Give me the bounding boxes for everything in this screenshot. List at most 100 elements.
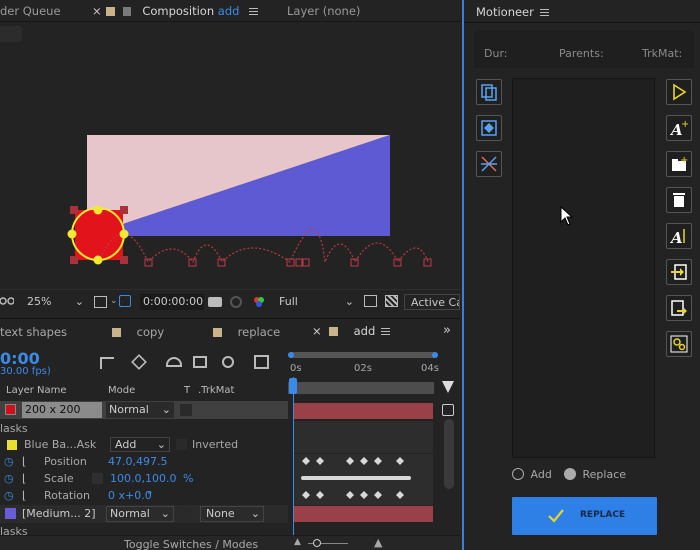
layer-name[interactable]: [Medium... 2] [22,507,96,520]
motion-blur-icon[interactable] [222,356,234,368]
layer-duration-bar[interactable] [293,506,433,522]
add-text-button[interactable]: A + [666,115,692,141]
tab-composition-close[interactable]: × [92,4,102,18]
stopwatch-icon[interactable]: ◷ [4,472,14,485]
mode-dropdown[interactable]: Normal ⌄ [106,402,174,418]
mask-mode-dropdown[interactable]: Add ⌄ [110,437,170,452]
rotation-row[interactable]: ◷ ⌊ Rotation 0 x+0.0 ° [0,488,288,505]
glasses-icon[interactable] [0,296,15,307]
mask-visibility-icon[interactable] [119,295,131,307]
color-channels-icon[interactable] [253,296,265,308]
comp-tab-replace[interactable]: replace [213,325,280,339]
chevron-down-icon[interactable]: ⌄ [110,296,118,306]
layer-row[interactable]: 200 x 200 Normal ⌄ [0,402,288,419]
comp-dropdown[interactable] [0,26,22,42]
current-time-field[interactable]: 0:00:00:00 [140,294,204,310]
zoom-dropdown[interactable]: 25% ⌄ [24,294,88,310]
work-area-bar[interactable] [288,352,438,358]
viewer-toolbar: 25% ⌄ ⌄ 0:00:00:00 Full ⌄ Active Ca [0,289,460,313]
link-icon[interactable] [230,296,242,308]
radio-replace-label: Replace [582,468,627,481]
shy-icon[interactable] [166,357,182,367]
active-camera-label: Active Ca [411,296,460,309]
time-navigator[interactable] [288,382,434,394]
play-button[interactable] [666,79,692,105]
tab-composition[interactable]: Composition add [106,4,259,18]
work-area-end[interactable] [432,352,438,358]
resolution-dropdown[interactable]: Full ⌄ [276,294,358,310]
comp-tab-text-shapes[interactable]: text shapes [0,325,67,339]
toggle-switches-modes[interactable]: Toggle Switches / Modes [124,538,258,550]
masks-group-row[interactable]: lasks [0,421,288,438]
radio-add-circle[interactable] [512,468,524,480]
tab-render-queue[interactable]: der Queue [0,4,61,18]
menu-icon[interactable] [249,8,259,15]
radio-replace[interactable]: Replace [564,468,626,481]
mask-row[interactable]: Blue Ba...Ask Add ⌄ Inverted [0,437,288,454]
replace-button[interactable]: REPLACE [512,497,657,535]
mask-color-swatch[interactable] [7,440,17,450]
vertical-scrollbar[interactable] [444,419,454,489]
masks-label: lasks [0,422,28,435]
composition-viewer[interactable] [0,48,460,288]
stopwatch-icon[interactable]: ◷ [4,455,14,468]
flowchart-icon[interactable] [100,357,114,369]
scale-row[interactable]: ◷ ⌊ Scale 100.0,100.0 % [0,471,288,488]
position-value[interactable]: 47.0,497.5 [108,455,167,468]
import-button[interactable] [666,259,692,285]
constrain-proportions-icon[interactable] [92,473,103,484]
trash-button[interactable] [666,187,692,213]
more-panels-icon[interactable]: » [443,323,451,338]
preserve-transparency-toggle[interactable] [180,508,192,520]
panel-title: Motioneer [476,5,549,19]
work-area-start[interactable] [288,352,294,358]
settings-button[interactable] [666,331,692,357]
zoom-in-icon[interactable]: ▲ [374,536,382,549]
tab-layer[interactable]: Layer (none) [287,4,360,18]
frame-blend-icon[interactable] [193,356,207,368]
layer-color-swatch[interactable] [5,404,16,415]
layer-row[interactable]: [Medium... 2] Normal ⌄ None ⌄ [0,506,288,523]
layer-duration-bar[interactable] [293,403,433,419]
radio-replace-circle[interactable] [564,468,576,480]
graph-icon[interactable]: ⌊ [22,455,26,468]
mode-dropdown[interactable]: Normal ⌄ [106,506,174,522]
duplicate-button[interactable] [476,79,502,105]
stopwatch-icon[interactable] [442,404,454,416]
transparency-grid-icon[interactable] [385,295,398,307]
comp-tab-copy[interactable]: copy [112,325,164,339]
remove-button[interactable] [476,151,502,177]
region-icon[interactable] [364,295,377,307]
layer-list[interactable] [512,78,655,458]
active-camera-dropdown[interactable]: Active Ca [404,294,460,310]
camera-icon[interactable] [208,297,222,307]
graph-icon[interactable]: ⌊ [22,489,26,502]
rotation-value[interactable]: 0 x+0.0 [108,489,152,502]
zoom-value: 25% [27,295,52,308]
fit-icon[interactable] [94,296,107,308]
trkmat-dropdown[interactable]: None ⌄ [200,506,264,522]
menu-icon[interactable] [381,328,391,335]
inverted-checkbox[interactable] [176,439,187,450]
graph-editor-icon[interactable] [254,355,269,369]
layer-name-field[interactable]: 200 x 200 [22,402,102,418]
position-row[interactable]: ◷ ⌊ Position 47.0,497.5 [0,454,288,471]
export-button[interactable] [666,295,692,321]
preserve-transparency-toggle[interactable] [180,404,192,416]
layer-color-swatch[interactable] [5,508,16,519]
stopwatch-icon[interactable]: ◷ [4,489,14,502]
add-folder-button[interactable]: + [666,151,692,177]
3d-layer-icon[interactable] [131,354,147,370]
radio-add[interactable]: Add [512,468,552,481]
zoom-out-icon[interactable]: ▲ [294,537,301,547]
comp-tab-add[interactable]: × add [312,324,391,338]
graph-icon[interactable]: ⌊ [22,472,26,485]
text-edit-button[interactable]: A [666,223,692,249]
menu-icon[interactable] [539,9,549,16]
playhead-line[interactable] [293,377,294,537]
zoom-slider-thumb[interactable] [313,539,321,547]
center-button[interactable] [476,115,502,141]
mask-name[interactable]: Blue Ba...Ask [24,438,96,451]
comp-marker-icon[interactable] [442,381,454,393]
scale-value[interactable]: 100.0,100.0 [110,472,176,485]
